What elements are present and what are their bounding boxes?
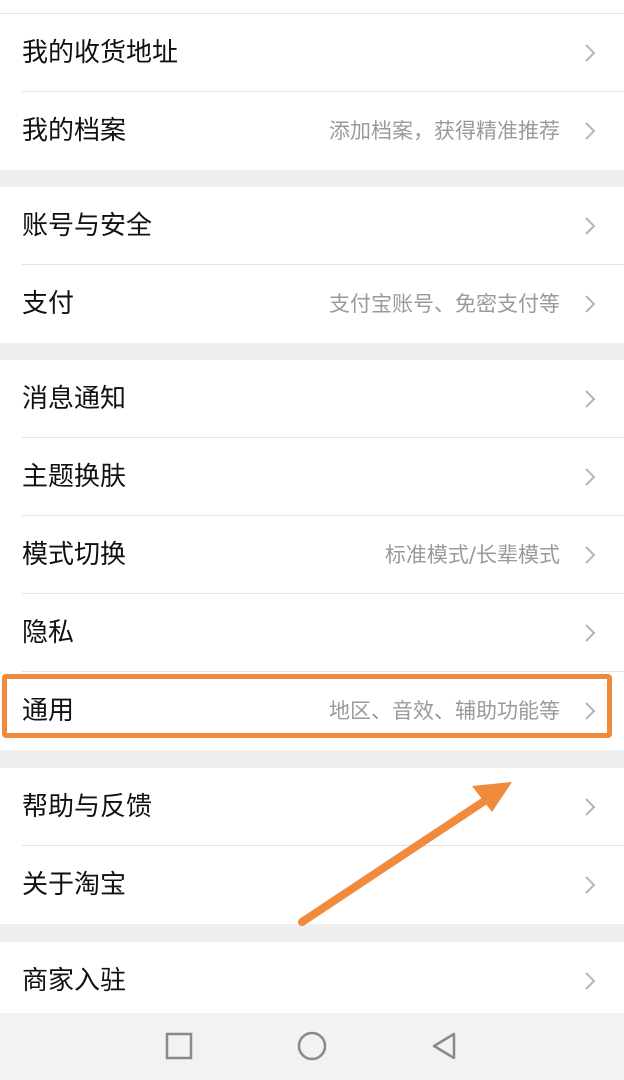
row-label: 通用 <box>22 696 75 726</box>
row-label: 我的档案 <box>22 116 127 146</box>
settings-group-general: 消息通知 主题换肤 模式切换 标准模式/长辈模式 隐私 通用 地区、音效、辅助功… <box>0 360 624 750</box>
chevron-right-icon <box>585 44 596 62</box>
row-label: 帮助与反馈 <box>22 792 153 822</box>
chevron-right-icon <box>585 122 596 140</box>
row-label: 主题换肤 <box>22 462 127 492</box>
row-label: 我的收货地址 <box>22 38 179 68</box>
row-hint: 标准模式/长辈模式 <box>384 543 560 567</box>
row-label: 商家入驻 <box>22 966 127 996</box>
row-label: 模式切换 <box>22 540 127 570</box>
square-icon[interactable] <box>162 1029 196 1063</box>
chevron-right-icon <box>585 295 596 313</box>
triangle-back-icon[interactable] <box>428 1029 462 1063</box>
top-divider <box>0 13 624 14</box>
settings-row-help-feedback[interactable]: 帮助与反馈 <box>0 768 624 846</box>
row-label: 消息通知 <box>22 384 127 414</box>
settings-row-general[interactable]: 通用 地区、音效、辅助功能等 <box>0 672 624 750</box>
chevron-right-icon <box>585 624 596 642</box>
settings-row-payment[interactable]: 支付 支付宝账号、免密支付等 <box>0 265 624 343</box>
settings-row-address[interactable]: 我的收货地址 <box>0 14 624 92</box>
settings-row-about[interactable]: 关于淘宝 <box>0 846 624 924</box>
system-nav-bar <box>0 1013 624 1080</box>
chevron-right-icon <box>585 798 596 816</box>
chevron-right-icon <box>585 390 596 408</box>
row-hint: 支付宝账号、免密支付等 <box>329 292 560 316</box>
chevron-right-icon <box>585 876 596 894</box>
settings-row-privacy[interactable]: 隐私 <box>0 594 624 672</box>
settings-row-notifications[interactable]: 消息通知 <box>0 360 624 438</box>
settings-page: 我的收货地址 我的档案 添加档案，获得精准推荐 账号与安全 支付 支付宝账号、免… <box>0 0 624 1080</box>
chevron-right-icon <box>585 468 596 486</box>
settings-row-profile[interactable]: 我的档案 添加档案，获得精准推荐 <box>0 92 624 170</box>
row-label: 支付 <box>22 289 75 319</box>
settings-group-merchant: 商家入驻 <box>0 942 624 1020</box>
chevron-right-icon <box>585 972 596 990</box>
settings-row-theme[interactable]: 主题换肤 <box>0 438 624 516</box>
row-hint: 地区、音效、辅助功能等 <box>329 699 560 723</box>
chevron-right-icon <box>585 702 596 720</box>
row-label: 账号与安全 <box>22 211 153 241</box>
settings-row-mode-switch[interactable]: 模式切换 标准模式/长辈模式 <box>0 516 624 594</box>
settings-group-address: 我的收货地址 我的档案 添加档案，获得精准推荐 <box>0 0 624 170</box>
chevron-right-icon <box>585 546 596 564</box>
settings-row-account-security[interactable]: 账号与安全 <box>0 187 624 265</box>
settings-group-help: 帮助与反馈 关于淘宝 <box>0 768 624 924</box>
row-label: 隐私 <box>22 618 75 648</box>
chevron-right-icon <box>585 217 596 235</box>
row-label: 关于淘宝 <box>22 870 127 900</box>
row-hint: 添加档案，获得精准推荐 <box>329 119 560 143</box>
circle-icon[interactable] <box>295 1029 329 1063</box>
settings-row-merchant[interactable]: 商家入驻 <box>0 942 624 1020</box>
settings-group-account: 账号与安全 支付 支付宝账号、免密支付等 <box>0 187 624 343</box>
